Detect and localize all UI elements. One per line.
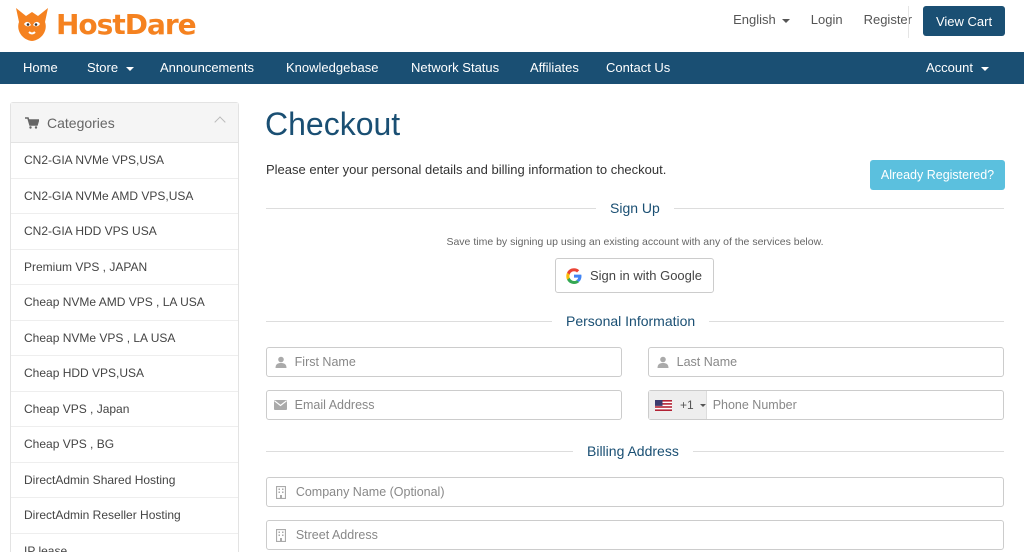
category-item[interactable]: CN2-GIA HDD VPS USA [11, 214, 238, 250]
nav-contact-us[interactable]: Contact Us [606, 60, 670, 75]
categories-title: Categories [47, 114, 115, 131]
nav-affiliates[interactable]: Affiliates [530, 60, 579, 75]
top-header: HostDare English Login Register View Car… [0, 0, 1024, 52]
envelope-icon [267, 391, 295, 419]
fox-logo-icon [16, 8, 48, 41]
first-name-input[interactable] [294, 355, 621, 369]
language-dropdown[interactable]: English [712, 12, 790, 27]
category-item[interactable]: DirectAdmin Shared Hosting [11, 463, 238, 498]
country-code: +1 [680, 398, 694, 412]
category-item[interactable]: CN2-GIA NVMe AMD VPS,USA [11, 179, 238, 214]
google-signin-button[interactable]: Sign in with Google [555, 258, 714, 293]
category-item[interactable]: IP lease [11, 534, 238, 552]
category-item[interactable]: Cheap VPS , Japan [11, 392, 238, 427]
user-icon [267, 348, 295, 376]
personal-info-heading: Personal Information [552, 313, 710, 329]
brand-name: HostDare [56, 7, 197, 41]
nav-network-status[interactable]: Network Status [411, 60, 499, 75]
building-icon [267, 478, 296, 506]
cart-icon [25, 116, 39, 129]
nav-store[interactable]: Store [87, 60, 135, 75]
hostdare-logo[interactable]: HostDare [12, 4, 197, 44]
country-code-select[interactable]: +1 [649, 391, 707, 419]
street-field[interactable] [266, 520, 1004, 550]
nav-knowledgebase[interactable]: Knowledgebase [286, 60, 379, 75]
category-item[interactable]: DirectAdmin Reseller Hosting [11, 498, 238, 534]
nav-announcements[interactable]: Announcements [160, 60, 254, 75]
billing-address-heading: Billing Address [573, 443, 693, 459]
company-input[interactable] [295, 485, 1003, 499]
caret-down-icon [980, 66, 989, 71]
header-divider [908, 6, 909, 38]
categories-panel: Categories CN2-GIA NVMe VPS,USA CN2-GIA … [10, 102, 239, 552]
checkout-intro: Please enter your personal details and b… [266, 162, 667, 177]
page-title: Checkout [265, 106, 401, 142]
category-item[interactable]: Cheap HDD VPS,USA [11, 356, 238, 392]
last-name-input[interactable] [676, 355, 1003, 369]
nav-account[interactable]: Account [926, 60, 989, 75]
category-item[interactable]: Cheap NVMe AMD VPS , LA USA [11, 285, 238, 321]
us-flag-icon [655, 399, 672, 411]
register-link[interactable]: Register [864, 12, 912, 27]
signup-heading: Sign Up [596, 200, 674, 216]
google-icon [566, 267, 582, 284]
phone-field[interactable]: +1 [648, 390, 1004, 420]
top-links: English Login Register [691, 12, 912, 27]
google-signin-label: Sign in with Google [590, 268, 703, 283]
nav-home[interactable]: Home [23, 60, 58, 75]
category-item[interactable]: Cheap VPS , BG [11, 427, 238, 463]
already-registered-button[interactable]: Already Registered? [870, 160, 1005, 190]
street-input[interactable] [295, 528, 1003, 542]
category-item[interactable]: Premium VPS , JAPAN [11, 250, 238, 285]
company-field[interactable] [266, 477, 1004, 507]
categories-header[interactable]: Categories [11, 103, 238, 143]
caret-down-icon [781, 18, 790, 23]
signup-note: Save time by signing up using an existin… [446, 236, 824, 248]
last-name-field[interactable] [648, 347, 1004, 377]
email-field[interactable] [266, 390, 622, 420]
chevron-up-icon[interactable] [214, 116, 226, 128]
email-input[interactable] [294, 398, 621, 412]
category-item[interactable]: CN2-GIA NVMe VPS,USA [11, 143, 238, 179]
user-icon [649, 348, 677, 376]
main-nav: Home Store Announcements Knowledgebase N… [0, 52, 1024, 84]
view-cart-button[interactable]: View Cart [923, 6, 1005, 36]
category-item[interactable]: Cheap NVMe VPS , LA USA [11, 321, 238, 356]
building-icon [267, 521, 296, 549]
first-name-field[interactable] [266, 347, 622, 377]
phone-input[interactable] [706, 398, 1003, 412]
login-link[interactable]: Login [811, 12, 843, 27]
caret-down-icon [126, 66, 135, 71]
caret-down-icon [699, 403, 706, 407]
